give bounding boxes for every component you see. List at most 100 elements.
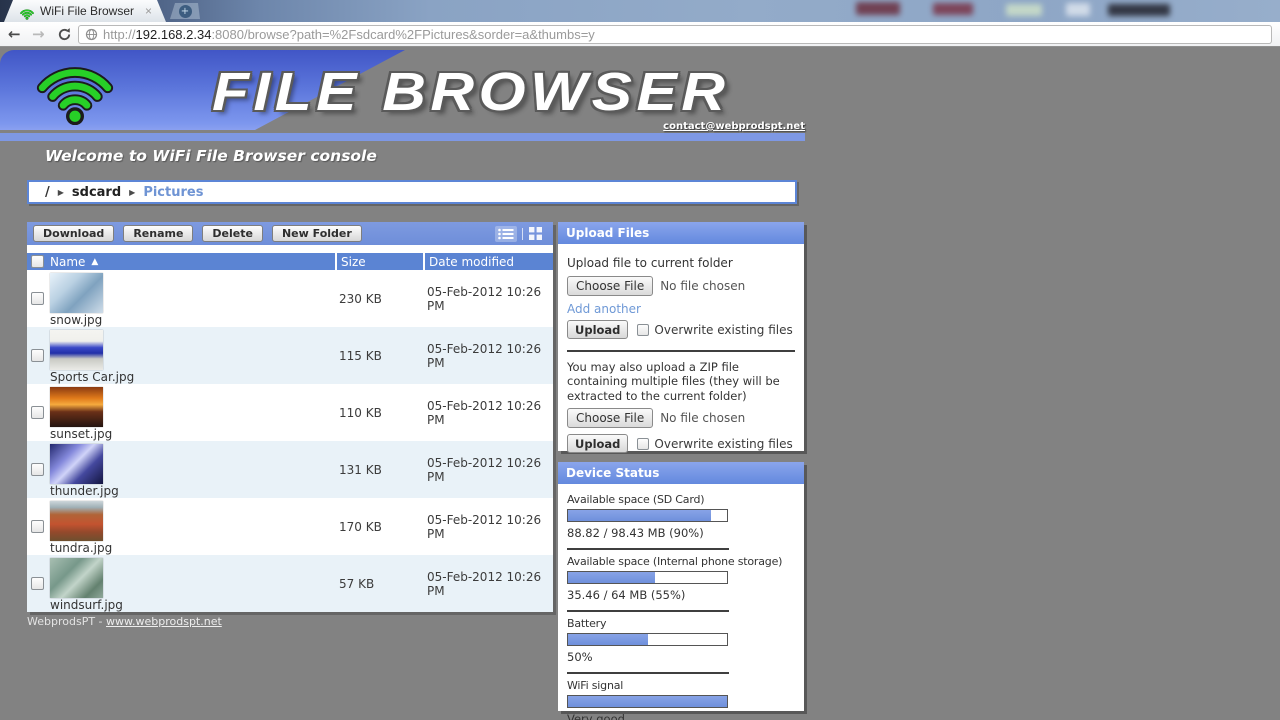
meter-value: 50% xyxy=(567,650,795,664)
file-thumbnail[interactable] xyxy=(50,330,103,370)
column-header-name[interactable]: Name ▲ xyxy=(48,255,335,269)
table-row[interactable]: thunder.jpg 131 KB 05-Feb-2012 10:26 PM xyxy=(27,441,553,498)
meter-label: Available space (Internal phone storage) xyxy=(567,555,795,568)
file-date: 05-Feb-2012 10:26 PM xyxy=(423,555,553,612)
chevron-right-icon: ▶ xyxy=(58,188,64,197)
file-name: tundra.jpg xyxy=(50,541,335,555)
file-size: 57 KB xyxy=(335,555,423,612)
browser-toolbar: ← → http://192.168.2.34:8080/browse?path… xyxy=(0,22,1280,47)
table-row[interactable]: windsurf.jpg 57 KB 05-Feb-2012 10:26 PM xyxy=(27,555,553,612)
row-checkbox[interactable] xyxy=(31,577,44,590)
file-thumbnail[interactable] xyxy=(50,501,103,541)
page-footer: WebprodsPT - www.webprodspt.net xyxy=(27,615,222,628)
overwrite-zip-checkbox[interactable] xyxy=(637,438,649,450)
upload-button[interactable]: Upload xyxy=(567,320,628,339)
sort-ascending-icon: ▲ xyxy=(91,257,98,267)
row-checkbox[interactable] xyxy=(31,349,44,362)
row-checkbox[interactable] xyxy=(31,292,44,305)
header-divider-bar xyxy=(0,133,805,141)
device-meter: WiFi signal Very good xyxy=(567,679,795,720)
grid-view-icon[interactable] xyxy=(528,225,543,242)
device-status-title: Device Status xyxy=(558,462,804,484)
browser-tab[interactable]: WiFi File Browser × xyxy=(4,0,166,22)
table-row[interactable]: snow.jpg 230 KB 05-Feb-2012 10:26 PM xyxy=(27,270,553,327)
row-checkbox[interactable] xyxy=(31,520,44,533)
view-separator xyxy=(522,228,523,240)
overwrite-label: Overwrite existing files xyxy=(654,437,792,451)
breadcrumb-root[interactable]: / xyxy=(45,185,50,200)
file-toolbar: Download Rename Delete New Folder xyxy=(27,222,553,245)
column-header-date[interactable]: Date modified xyxy=(423,253,553,270)
file-thumbnail[interactable] xyxy=(50,273,103,313)
file-thumbnail[interactable] xyxy=(50,444,103,484)
toolbar-gap xyxy=(27,245,553,253)
tab-title: WiFi File Browser xyxy=(40,4,141,18)
meter-fill xyxy=(568,634,648,645)
footer-link[interactable]: www.webprodspt.net xyxy=(106,615,222,628)
chevron-right-icon: ▶ xyxy=(129,188,135,197)
file-table-body: snow.jpg 230 KB 05-Feb-2012 10:26 PM Spo… xyxy=(27,270,553,612)
file-date: 05-Feb-2012 10:26 PM xyxy=(423,498,553,555)
table-row[interactable]: tundra.jpg 170 KB 05-Feb-2012 10:26 PM xyxy=(27,498,553,555)
url-host: 192.168.2.34 xyxy=(136,27,212,42)
web-page: FILE BROWSER contact@webprodspt.net Welc… xyxy=(0,47,1280,720)
zip-upload-note: You may also upload a ZIP file containin… xyxy=(567,360,795,403)
welcome-heading: Welcome to WiFi File Browser console xyxy=(45,147,377,165)
toolbar-button-new-folder[interactable]: New Folder xyxy=(272,225,362,242)
breadcrumb-pictures: Pictures xyxy=(143,185,203,200)
view-switcher xyxy=(495,225,547,242)
meter-fill xyxy=(568,696,727,707)
file-thumbnail[interactable] xyxy=(50,387,103,427)
breadcrumb-sdcard[interactable]: sdcard xyxy=(72,185,121,200)
forward-button[interactable]: → xyxy=(32,23,45,45)
meter-value: 35.46 / 64 MB (55%) xyxy=(567,588,795,602)
column-name-label: Name xyxy=(50,255,85,269)
contact-link[interactable]: contact@webprodspt.net xyxy=(663,121,805,132)
row-checkbox[interactable] xyxy=(31,406,44,419)
meter-value: Very good xyxy=(567,712,795,720)
file-name: snow.jpg xyxy=(50,313,335,327)
device-meter: Battery 50% xyxy=(567,617,795,674)
breadcrumb: / ▶ sdcard ▶ Pictures xyxy=(27,180,797,204)
meter-label: WiFi signal xyxy=(567,679,795,692)
url-scheme: http:// xyxy=(103,27,136,42)
wifi-favicon-icon xyxy=(20,5,34,18)
add-another-link[interactable]: Add another xyxy=(567,302,795,316)
file-size: 110 KB xyxy=(335,384,423,441)
table-row[interactable]: Sports Car.jpg 115 KB 05-Feb-2012 10:26 … xyxy=(27,327,553,384)
divider xyxy=(567,610,729,612)
toolbar-button-delete[interactable]: Delete xyxy=(202,225,263,242)
select-all-checkbox[interactable] xyxy=(31,255,44,268)
meter-bar xyxy=(567,695,728,708)
close-tab-icon[interactable]: × xyxy=(145,4,152,18)
list-view-icon[interactable] xyxy=(495,226,517,242)
choose-zip-file-button[interactable]: Choose File xyxy=(567,408,653,428)
new-tab-button[interactable]: + xyxy=(170,3,200,19)
file-size: 230 KB xyxy=(335,270,423,327)
globe-icon xyxy=(85,28,98,41)
meter-value: 88.82 / 98.43 MB (90%) xyxy=(567,526,795,540)
overwrite-checkbox[interactable] xyxy=(637,324,649,336)
table-row[interactable]: sunset.jpg 110 KB 05-Feb-2012 10:26 PM xyxy=(27,384,553,441)
upload-zip-button[interactable]: Upload xyxy=(567,434,628,453)
row-checkbox[interactable] xyxy=(31,463,44,476)
file-thumbnail[interactable] xyxy=(50,558,103,598)
choose-file-button[interactable]: Choose File xyxy=(567,276,653,296)
device-meters: Available space (SD Card) 88.82 / 98.43 … xyxy=(558,484,804,720)
url-path: :8080/browse?path=%2Fsdcard%2FPictures&s… xyxy=(211,27,594,42)
meter-fill xyxy=(568,572,655,583)
file-name: windsurf.jpg xyxy=(50,598,335,612)
column-header-size[interactable]: Size xyxy=(335,253,423,270)
back-button[interactable]: ← xyxy=(8,23,21,45)
url-bar[interactable]: http://192.168.2.34:8080/browse?path=%2F… xyxy=(78,25,1272,44)
file-date: 05-Feb-2012 10:26 PM xyxy=(423,270,553,327)
screen: WiFi File Browser × + ← → http://192.168… xyxy=(0,0,1280,720)
toolbar-button-rename[interactable]: Rename xyxy=(123,225,193,242)
meter-bar xyxy=(567,509,728,522)
footer-text: WebprodsPT - xyxy=(27,615,106,628)
browser-tab-strip: WiFi File Browser × + xyxy=(0,0,1280,22)
toolbar-button-download[interactable]: Download xyxy=(33,225,114,242)
reload-icon[interactable] xyxy=(57,26,72,48)
file-size: 170 KB xyxy=(335,498,423,555)
wallpaper-blob xyxy=(1006,4,1042,16)
